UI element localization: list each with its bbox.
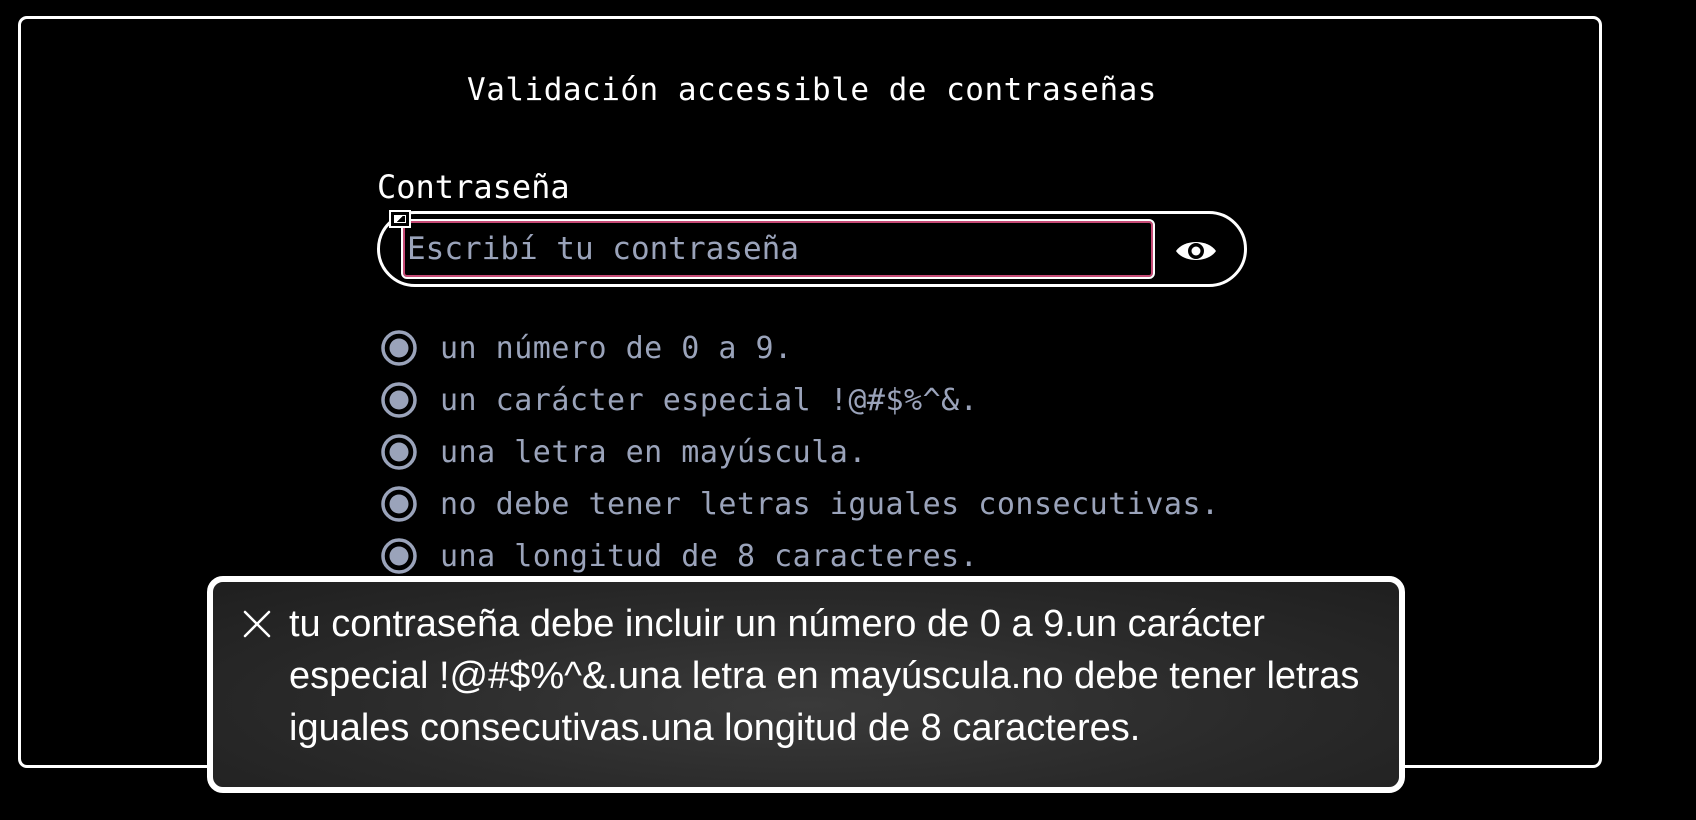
radio-icon bbox=[381, 382, 417, 418]
requirement-item: un número de 0 a 9. bbox=[380, 322, 1220, 374]
requirement-text: un carácter especial !@#$%^&. bbox=[440, 382, 979, 418]
radio-icon bbox=[381, 434, 417, 470]
eye-icon bbox=[1176, 242, 1216, 260]
show-password-button[interactable] bbox=[1168, 227, 1224, 275]
requirement-item: una longitud de 8 caracteres. bbox=[380, 530, 1220, 582]
password-label: Contraseña bbox=[377, 168, 570, 206]
page-title: Validación accessible de contraseñas bbox=[467, 72, 1157, 108]
close-icon[interactable] bbox=[239, 606, 275, 642]
requirement-item: una letra en mayúscula. bbox=[380, 426, 1220, 478]
password-input[interactable] bbox=[407, 221, 1147, 277]
requirements-list: un número de 0 a 9. un carácter especial… bbox=[380, 322, 1220, 582]
radio-icon bbox=[381, 486, 417, 522]
requirement-text: una letra en mayúscula. bbox=[440, 434, 867, 470]
toast-message: tu contraseña debe incluir un número de … bbox=[289, 603, 1360, 749]
radio-icon bbox=[381, 330, 417, 366]
requirement-text: no debe tener letras iguales consecutiva… bbox=[440, 486, 1220, 522]
password-input-wrapper bbox=[401, 219, 1155, 279]
requirement-text: una longitud de 8 caracteres. bbox=[440, 538, 979, 574]
screen-reader-toast: tu contraseña debe incluir un número de … bbox=[207, 576, 1405, 793]
requirement-item: un carácter especial !@#$%^&. bbox=[380, 374, 1220, 426]
radio-icon bbox=[381, 538, 417, 574]
focus-indicator-icon bbox=[389, 210, 411, 228]
requirement-text: un número de 0 a 9. bbox=[440, 330, 793, 366]
requirement-item: no debe tener letras iguales consecutiva… bbox=[380, 478, 1220, 530]
